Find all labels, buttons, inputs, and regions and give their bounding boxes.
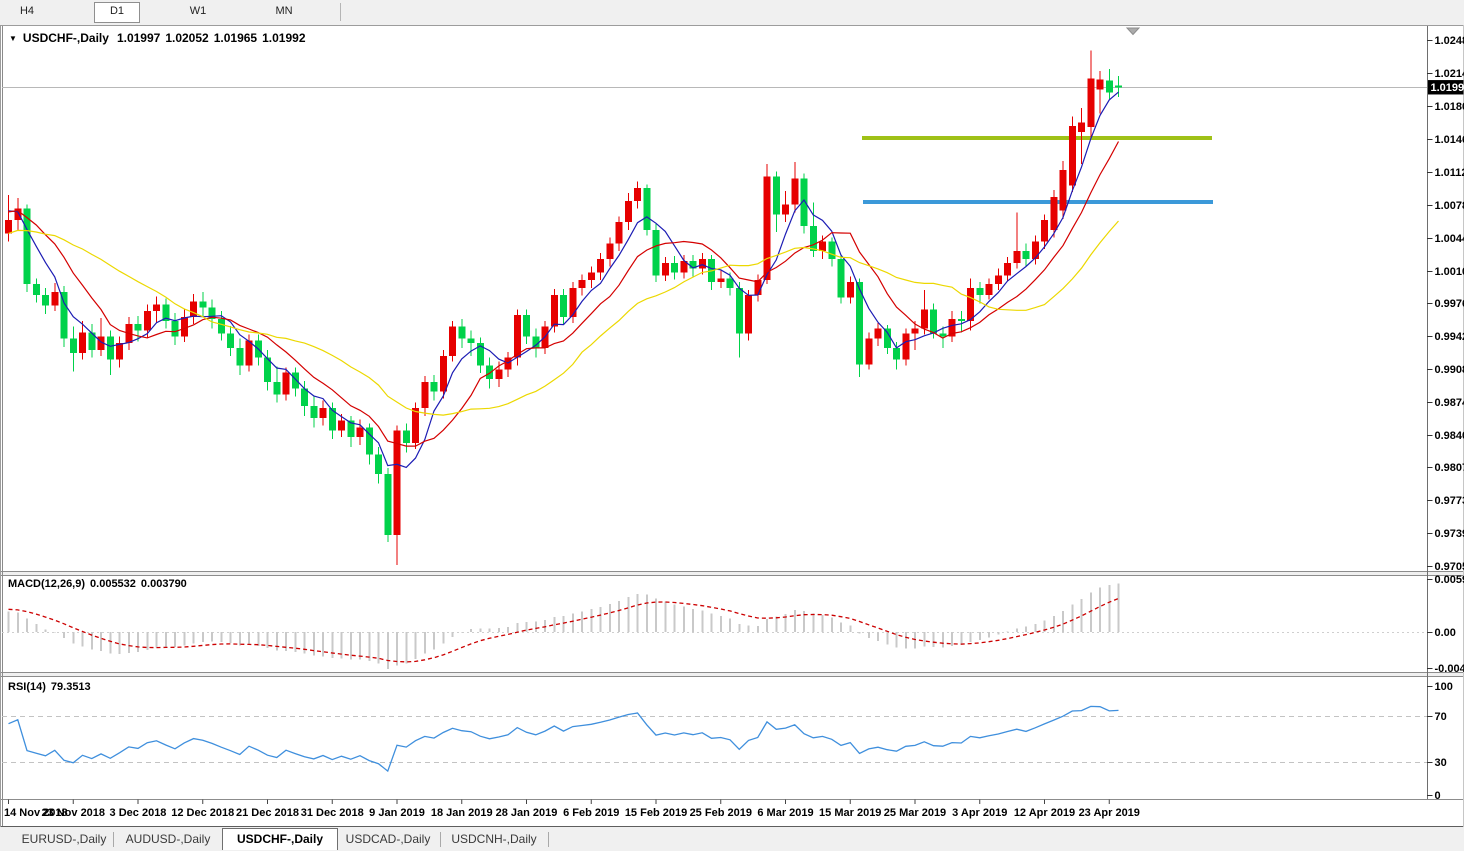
tab-separator xyxy=(113,832,114,847)
date-label: 23 Apr 2019 xyxy=(1079,807,1140,819)
date-label: 28 Jan 2019 xyxy=(496,807,558,819)
rsi-axis-label: 0 xyxy=(1435,790,1441,802)
macd-axis-label: -0.004244 xyxy=(1435,663,1464,675)
tab-audusd[interactable]: AUDUSD-,Daily xyxy=(118,829,218,850)
date-label: 15 Mar 2019 xyxy=(819,807,881,819)
window-frame xyxy=(0,25,1464,827)
tab-separator xyxy=(548,832,549,847)
date-label: 3 Dec 2018 xyxy=(110,807,167,819)
date-label: 31 Dec 2018 xyxy=(301,807,364,819)
date-label: 25 Mar 2019 xyxy=(884,807,946,819)
price-axis-label: 0.99080 xyxy=(1435,364,1464,376)
date-label: 12 Apr 2019 xyxy=(1014,807,1075,819)
timeframe-button-d1[interactable]: D1 xyxy=(94,2,140,23)
price-axis-label: 1.00440 xyxy=(1435,233,1464,245)
price-axis-label: 1.00100 xyxy=(1435,266,1464,278)
price-axis-label: 1.02480 xyxy=(1435,35,1464,47)
date-label: 18 Jan 2019 xyxy=(431,807,493,819)
svg-text:1.01992: 1.01992 xyxy=(1431,82,1464,94)
tab-usdcnh[interactable]: USDCNH-,Daily xyxy=(446,829,542,850)
date-label: 12 Dec 2018 xyxy=(171,807,234,819)
macd-axis-label: 0.00 xyxy=(1435,627,1456,639)
price-axis-label: 1.01120 xyxy=(1435,167,1464,179)
date-label: 21 Dec 2018 xyxy=(236,807,299,819)
price-axis-label: 1.01460 xyxy=(1435,134,1464,146)
price-axis-label: 0.99760 xyxy=(1435,298,1464,310)
date-label: 6 Feb 2019 xyxy=(563,807,619,819)
date-label: 23 Nov 2018 xyxy=(41,807,105,819)
price-axis-label: 1.02140 xyxy=(1435,68,1464,80)
price-axis-label: 0.98400 xyxy=(1435,430,1464,442)
toolbar-divider xyxy=(340,3,341,21)
tab-usdcad[interactable]: USDCAD-,Daily xyxy=(340,829,436,850)
date-label: 3 Apr 2019 xyxy=(952,807,1007,819)
current-price-badge: 1.01992 xyxy=(1428,80,1464,95)
symbol-tab-bar: EURUSD-,Daily AUDUSD-,Daily USDCHF-,Dail… xyxy=(0,828,1464,851)
price-axis-label: 1.01800 xyxy=(1435,101,1464,113)
timeframe-toolbar: H4 D1 W1 MN xyxy=(0,0,1464,25)
tab-eurusd[interactable]: EURUSD-,Daily xyxy=(16,829,112,850)
timeframe-button-h4[interactable]: H4 xyxy=(5,2,49,21)
rsi-axis-label: 30 xyxy=(1435,757,1447,769)
rsi-axis-label: 70 xyxy=(1435,711,1447,723)
chart-canvas[interactable]: 1.02480 1.02140 1.01800 1.01460 1.01120 1.007… xyxy=(0,0,1464,851)
price-axis-label: 0.97730 xyxy=(1435,495,1464,507)
price-axis-label: 0.98070 xyxy=(1435,462,1464,474)
date-label: 25 Feb 2019 xyxy=(690,807,752,819)
tab-separator xyxy=(440,832,441,847)
tab-usdchf[interactable]: USDCHF-,Daily xyxy=(222,828,338,850)
timeframe-button-mn[interactable]: MN xyxy=(262,2,306,21)
macd-axis-label: 0.005997 xyxy=(1435,574,1464,586)
price-axis-label: 0.98740 xyxy=(1435,397,1464,409)
symbol-dropdown-icon[interactable]: ▼ xyxy=(9,34,17,43)
rsi-axis-label: 100 xyxy=(1435,681,1453,693)
date-label: 15 Feb 2019 xyxy=(625,807,687,819)
price-axis-label: 1.00780 xyxy=(1435,200,1464,212)
price-axis-label: 0.97050 xyxy=(1435,561,1464,573)
price-axis-label: 0.99420 xyxy=(1435,331,1464,343)
timeframe-button-w1[interactable]: W1 xyxy=(176,2,220,21)
resistance-line[interactable] xyxy=(862,135,1212,140)
support-line[interactable] xyxy=(863,199,1213,204)
date-label: 6 Mar 2019 xyxy=(757,807,813,819)
price-axis-label: 0.97390 xyxy=(1435,528,1464,540)
date-label: 9 Jan 2019 xyxy=(369,807,425,819)
